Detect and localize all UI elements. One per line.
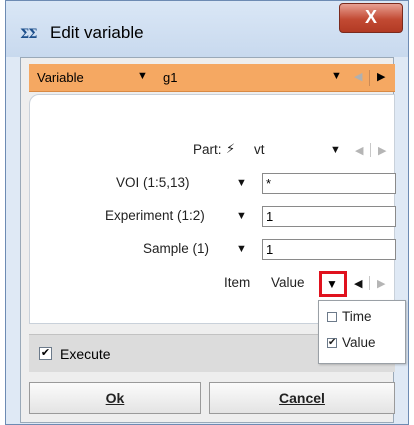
variable-bar: Variable ▼ g1 ▼ ◀ ▶ [29,64,395,92]
voi-dropdown-icon[interactable]: ▼ [236,177,247,189]
item-option-time-label: Time [342,309,372,324]
dialog-body: Variable ▼ g1 ▼ ◀ ▶ Part: ⚡ vt ▼ ◀ ▶ VOI… [20,57,396,423]
item-option-time-checkbox[interactable] [327,312,337,323]
variable-prev-icon[interactable]: ◀ [354,70,362,83]
part-nav-divider [370,143,371,157]
item-prev-icon[interactable]: ◀ [354,277,362,290]
voi-label: VOI (1:5,13) [116,175,190,190]
experiment-input[interactable]: 1 [262,206,396,227]
part-label: Part: [193,142,222,157]
cancel-button[interactable]: Cancel [209,382,395,414]
experiment-dropdown-icon[interactable]: ▼ [236,210,247,222]
item-nav-divider [369,276,370,290]
execute-label: Execute [60,346,111,362]
title-bar: ΣΣ Edit variable X [6,1,408,57]
sample-label: Sample (1) [143,241,210,256]
sample-dropdown-icon[interactable]: ▼ [236,243,247,255]
window-title: Edit variable [50,23,144,42]
execute-checkbox[interactable]: ✔ [39,347,52,360]
item-option-value[interactable]: ✔ Value [327,335,376,350]
item-options-popup: Time ✔ Value [318,300,406,364]
part-dropdown-icon[interactable]: ▼ [330,144,341,156]
voi-input[interactable]: * [262,173,396,194]
sample-input[interactable]: 1 [262,239,396,260]
cancel-button-label: Cancel [279,390,325,406]
ok-button[interactable]: Ok [29,382,201,414]
part-prev-icon[interactable]: ◀ [355,144,363,157]
part-next-icon[interactable]: ▶ [378,144,386,157]
part-value: vt [254,142,265,157]
item-label: Item [224,275,251,290]
app-icon: ΣΣ [20,27,37,42]
variable-nav-divider [369,70,370,86]
close-button[interactable]: X [339,3,403,33]
ok-button-label: Ok [105,390,125,406]
item-option-value-checkbox[interactable]: ✔ [327,338,337,349]
item-option-value-label: Value [342,335,376,350]
item-next-icon[interactable]: ▶ [377,277,385,290]
variable-value-dropdown-icon[interactable]: ▼ [331,70,342,82]
variable-label: Variable [37,70,84,85]
part-icon: ⚡ [226,141,236,156]
variable-next-icon[interactable]: ▶ [377,70,385,83]
item-value: Value [271,275,305,290]
variable-value: g1 [163,70,178,85]
variable-type-dropdown-icon[interactable]: ▼ [137,70,148,82]
experiment-label: Experiment (1:2) [105,208,205,223]
item-option-time[interactable]: Time [327,309,372,324]
item-dropdown-icon[interactable]: ▼ [326,277,338,291]
